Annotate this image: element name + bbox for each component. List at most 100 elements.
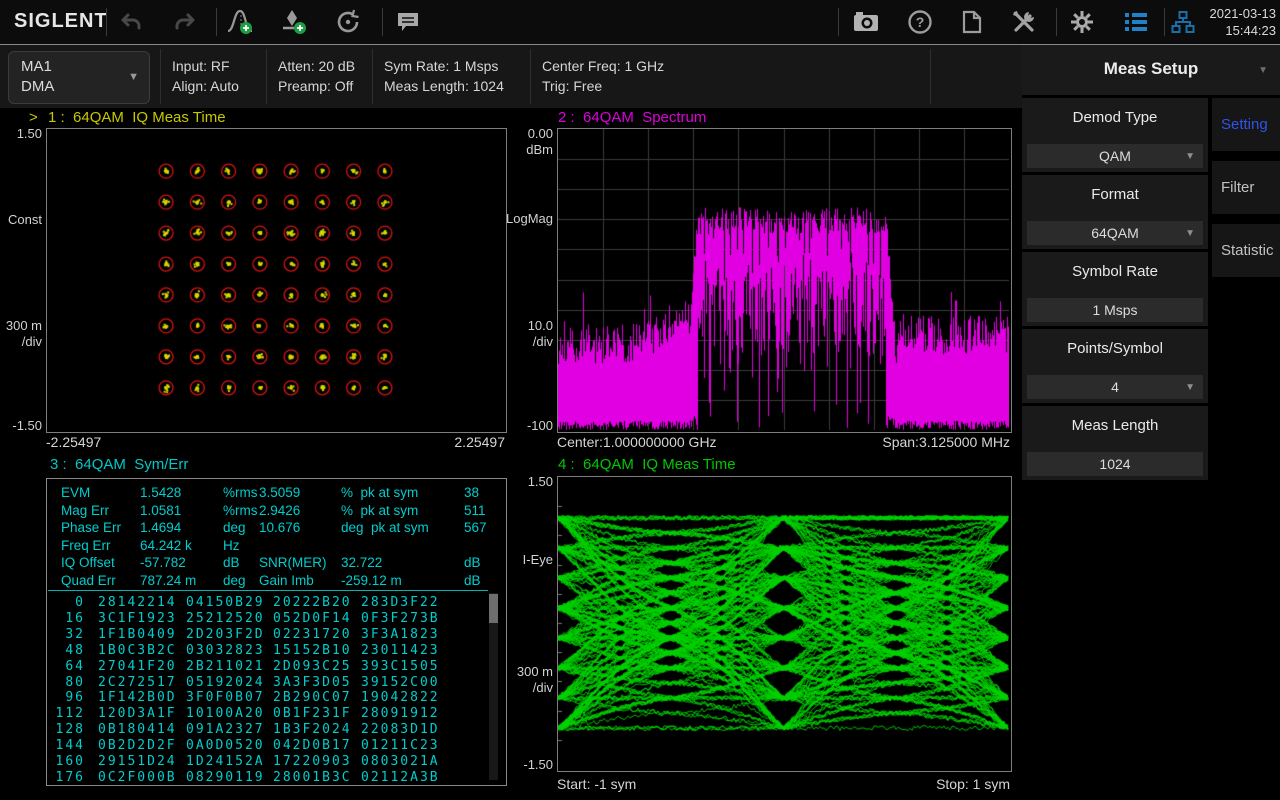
meas-setup-panel: Meas Setup ▼ Demod Type QAM ▼ Format 64Q… [1022, 45, 1280, 800]
control-demod-type: Demod Type QAM ▼ [1022, 98, 1208, 172]
error-table-cell: 787.24 m [140, 573, 196, 588]
settings-gear-icon[interactable] [1066, 6, 1098, 38]
history-icon[interactable] [332, 6, 364, 38]
toolbar-separator [1056, 8, 1057, 36]
eye-diagram-plot[interactable] [557, 476, 1012, 772]
error-table-cell: dB [223, 555, 240, 570]
w1-ylabel-bottom: -1.50 [0, 418, 42, 433]
time-label: 15:44:23 [1198, 22, 1276, 39]
help-icon[interactable]: ? [904, 6, 936, 38]
control-value-field[interactable]: 1 Msps [1027, 298, 1203, 322]
error-table-cell: deg [223, 573, 246, 588]
hex-group: 1B3F2024 [273, 722, 352, 737]
chevron-down-icon: ▼ [1258, 65, 1268, 76]
hex-scrollbar-track[interactable] [489, 593, 498, 780]
hex-group: 2C272517 [98, 675, 177, 690]
error-table-cell: Freq Err [61, 538, 111, 553]
control-label: Points/Symbol [1022, 340, 1208, 357]
hex-group: 052D0F14 [273, 611, 352, 626]
toolbar-separator [216, 8, 217, 36]
hex-group: 2D093C25 [273, 659, 352, 674]
control-value-field[interactable]: 4 ▼ [1027, 375, 1203, 399]
hex-row-index: 80 [51, 675, 85, 690]
w2-ylabel-top: 0.00 [511, 126, 553, 141]
vsa-screen: SIGLENT [0, 0, 1280, 800]
hex-group: 0C2F000B [98, 770, 177, 785]
hex-group: 1B0C3B2C [98, 643, 177, 658]
hex-group: 1D24152A [186, 754, 265, 769]
channel-selector-dropdown[interactable]: MA1 DMA ▼ [8, 51, 150, 104]
tab-filter[interactable]: Filter [1212, 161, 1280, 214]
error-table-cell: 32.722 [341, 555, 382, 570]
window4-title: 4 : 64QAM IQ Meas Time [558, 456, 736, 473]
tab-statistic[interactable]: Statistic [1212, 224, 1280, 277]
menu-list-icon[interactable] [1120, 6, 1152, 38]
network-icon[interactable] [1170, 6, 1196, 38]
error-table-row: Phase Err1.4694deg10.676deg pk at sym567 [47, 520, 506, 538]
undo-icon[interactable] [116, 6, 148, 38]
chevron-down-icon: ▼ [1185, 151, 1195, 162]
error-table-cell: % pk at sym [341, 503, 418, 518]
symerr-table-window[interactable]: EVM1.5428%rms3.5059% pk at sym38Mag Err1… [46, 478, 507, 786]
w2-ylabel-scale2: /div [511, 334, 553, 349]
error-table-row: Mag Err1.0581%rms2.9426% pk at sym511 [47, 503, 506, 521]
constellation-plot[interactable] [46, 128, 507, 433]
meas-setup-header[interactable]: Meas Setup ▼ [1022, 45, 1280, 95]
file-icon[interactable] [956, 6, 988, 38]
hex-group: 15152B10 [273, 643, 352, 658]
screenshot-icon[interactable] [850, 6, 882, 38]
w4-ylabel-name: I-Eye [511, 552, 553, 567]
hex-group: 05192024 [186, 675, 265, 690]
hex-row-index: 176 [51, 770, 85, 785]
w2-ylabel-name: LogMag [505, 211, 553, 226]
control-label: Format [1022, 186, 1208, 203]
hex-group: 2B290C07 [273, 690, 352, 705]
spectrum-plot[interactable] [557, 128, 1012, 433]
control-value-field[interactable]: QAM ▼ [1027, 144, 1203, 168]
hex-group: 0B1F231F [273, 706, 352, 721]
hex-group: 03032823 [186, 643, 265, 658]
error-table-cell: Gain Imb [259, 573, 314, 588]
hex-row-index: 128 [51, 722, 85, 737]
tools-icon[interactable] [1008, 6, 1040, 38]
window3-title: 3 : 64QAM Sym/Err [50, 456, 188, 473]
control-value: QAM [1027, 148, 1203, 164]
control-value: 1024 [1027, 456, 1203, 472]
error-table-cell: -259.12 m [341, 573, 402, 588]
status-separator [372, 49, 373, 104]
w4-stop-label: Stop: 1 sym [880, 776, 1010, 792]
add-marker-icon[interactable] [278, 6, 310, 38]
status-cell-atten: Atten: 20 dBPreamp: Off [278, 56, 355, 96]
w1-ylabel-scale: 300 m [0, 318, 42, 333]
error-table-cell: 64.242 k [140, 538, 192, 553]
toolbar-separator [838, 8, 839, 36]
control-value-field[interactable]: 64QAM ▼ [1027, 221, 1203, 245]
channel-name: MA1 [21, 57, 54, 77]
hex-group: 19042822 [361, 690, 440, 705]
message-icon[interactable] [392, 6, 424, 38]
hex-group: 28091912 [361, 706, 440, 721]
add-trace-icon[interactable] [224, 6, 256, 38]
hex-group: 04150B29 [186, 595, 265, 610]
w2-center-freq-label: Center:1.000000000 GHz [557, 434, 717, 450]
control-value-field[interactable]: 1024 [1027, 452, 1203, 476]
error-table-cell: 10.676 [259, 520, 300, 535]
hex-group: 1F142B0D [98, 690, 177, 705]
w1-ylabel-scale2: /div [0, 334, 42, 349]
redo-icon[interactable] [168, 6, 200, 38]
datetime-display: 2021-03-13 15:44:23 [1198, 5, 1276, 39]
hex-row-index: 64 [51, 659, 85, 674]
error-table-cell: Hz [223, 538, 240, 553]
control-value: 4 [1027, 379, 1203, 395]
hex-scrollbar-thumb[interactable] [489, 594, 498, 623]
error-table-cell: 511 [464, 503, 486, 518]
hex-row-index: 0 [51, 595, 85, 610]
svg-text:?: ? [916, 14, 925, 30]
error-table-cell: Mag Err [61, 503, 109, 518]
hex-group: 01211C23 [361, 738, 440, 753]
hex-group: 02231720 [273, 627, 352, 642]
tab-setting[interactable]: Setting [1212, 98, 1280, 151]
hex-group: 28001B3C [273, 770, 352, 785]
hex-group: 3F3A1823 [361, 627, 440, 642]
control-symbol-rate: Symbol Rate 1 Msps [1022, 252, 1208, 326]
